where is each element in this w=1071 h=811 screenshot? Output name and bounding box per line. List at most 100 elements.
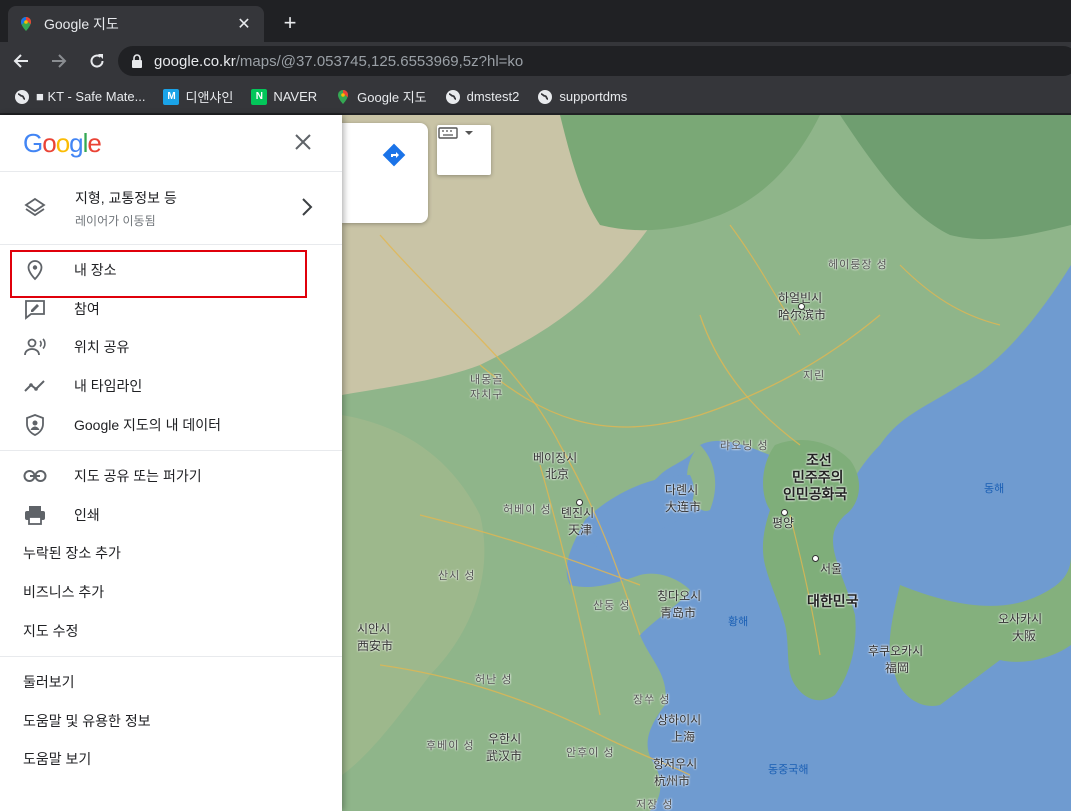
map-label: 헤이룽장 성 [828, 259, 888, 271]
menu-item-location-sharing[interactable]: 위치 공유 [0, 328, 342, 367]
map-label: 동중국해 [768, 764, 809, 776]
map-label: 大连市 [665, 500, 702, 514]
browser-toolbar: google.co.kr/maps/@37.053745,125.6553969… [0, 42, 1071, 80]
map-label: 안후이 성 [566, 747, 615, 759]
map-label: 대한민국 [807, 593, 859, 609]
bookmark-supportdms[interactable]: supportdms [537, 89, 627, 105]
map-label: 내몽골 [470, 374, 504, 386]
menu-item-tips-tricks[interactable]: 도움말 및 유용한 정보 [0, 702, 342, 741]
menu-item-tour[interactable]: 둘러보기 [0, 663, 342, 702]
map-label: 福岡 [885, 661, 910, 675]
globe-icon [445, 89, 460, 104]
map-label: 허난 성 [475, 674, 513, 686]
reload-icon [90, 54, 104, 68]
map-label: 지린 [803, 370, 826, 382]
print-icon [23, 503, 47, 527]
google-logo: Google [23, 127, 102, 158]
bookmark-google-maps[interactable]: Google 지도 [335, 87, 427, 106]
bookmark-dmstest2[interactable]: dmstest2 [445, 89, 519, 105]
map-label: 다롄시 [665, 483, 699, 497]
map-label: 우한시 [488, 732, 522, 746]
bookmark-dnshine[interactable]: M 디앤샤인 [163, 87, 233, 106]
address-bar[interactable]: google.co.kr/maps/@37.053745,125.6553969… [118, 46, 1071, 76]
map-label: 황해 [728, 616, 749, 628]
highlight-box [10, 250, 307, 298]
menu-item-print[interactable]: 인쇄 [0, 496, 342, 535]
menu-item-add-business[interactable]: 비즈니스 추가 [0, 573, 342, 612]
browser-tab[interactable]: Google 지도 ✕ [8, 6, 264, 42]
menu-section-map-actions: 지도 공유 또는 퍼가기 인쇄 누락된 장소 추가 비즈니스 추가 지도 수정 [0, 451, 342, 657]
map-label: 자치구 [470, 389, 504, 401]
layers-icon [24, 197, 46, 217]
map-label: 항저우시 [653, 757, 698, 771]
link-icon [23, 464, 47, 488]
reload-button[interactable] [80, 44, 114, 78]
m-icon: M [163, 88, 180, 105]
menu-section-help: 둘러보기 도움말 및 유용한 정보 도움말 보기 [0, 657, 342, 785]
globe-icon [538, 89, 553, 104]
lock-icon [132, 54, 142, 68]
map-label: 北京 [545, 467, 570, 481]
map-label: 상하이시 [657, 713, 702, 727]
search-box-remnant[interactable] [342, 123, 428, 223]
location-sharing-icon [23, 335, 47, 359]
map-label: 허베이 성 [503, 504, 552, 516]
forward-button[interactable] [42, 44, 76, 78]
map-label: 서울 [820, 562, 843, 576]
bookmark-naver[interactable]: N NAVER [251, 88, 317, 105]
map-label: 장쑤 성 [633, 694, 671, 706]
map-label: 민주주의 [792, 469, 844, 485]
close-menu-button[interactable] [290, 129, 316, 155]
city-marker [798, 303, 805, 310]
map-label: 오사카시 [998, 612, 1043, 626]
side-menu-panel: Google 지형, 교통정보 등 레이어가 이동됨 내 장소 참여 위치 공유… [0, 115, 342, 811]
map-label: 哈尔滨市 [778, 308, 827, 322]
close-icon [295, 134, 311, 150]
directions-icon[interactable] [382, 143, 406, 167]
menu-item-your-data[interactable]: Google 지도의 내 데이터 [0, 405, 342, 444]
map-label: 랴오닝 성 [720, 440, 769, 452]
naver-icon: N [251, 88, 268, 105]
globe-icon [15, 89, 29, 104]
map-label: 인민공화국 [783, 486, 848, 502]
maps-pin-icon [338, 89, 349, 104]
maps-pin-icon [21, 17, 31, 31]
bookmark-kt[interactable]: ■ KT - Safe Mate... [14, 89, 145, 105]
map-label: 武汉市 [486, 749, 523, 763]
input-tools-button[interactable] [437, 125, 491, 175]
new-tab-button[interactable]: + [276, 10, 304, 38]
url-text: google.co.kr/maps/@37.053745,125.6553969… [154, 52, 524, 70]
map-label: 베이징시 [533, 451, 578, 465]
map-label: 시안시 [357, 622, 391, 636]
city-marker [812, 555, 819, 562]
map-label: 大阪 [1012, 629, 1037, 643]
keyboard-icon [438, 127, 473, 139]
layers-title: 지형, 교통정보 등 [75, 189, 177, 206]
map-label: 동해 [984, 483, 1005, 495]
map-label: 산둥 성 [593, 600, 631, 612]
forward-arrow-icon [52, 54, 67, 68]
map-label: 青岛市 [660, 606, 697, 620]
layers-subtitle: 레이어가 이동됨 [75, 213, 156, 228]
menu-item-add-missing-place[interactable]: 누락된 장소 추가 [0, 534, 342, 573]
tab-close-icon[interactable]: ✕ [234, 14, 254, 34]
map-label: 후쿠오카시 [868, 644, 924, 658]
map-label: 평양 [772, 516, 795, 530]
tab-title: Google 지도 [44, 16, 119, 32]
map-label: 조선 [806, 452, 832, 468]
menu-item-get-help[interactable]: 도움말 보기 [0, 740, 342, 779]
map-label: 上海 [671, 730, 696, 744]
chevron-right-icon [302, 198, 313, 216]
map-label: 후베이 성 [426, 740, 475, 752]
back-arrow-icon [13, 54, 28, 68]
shield-icon [23, 413, 47, 437]
map-label: 산시 성 [438, 570, 476, 582]
menu-item-edit-map[interactable]: 지도 수정 [0, 611, 342, 650]
tab-strip: Google 지도 ✕ + [0, 0, 1071, 42]
city-marker [781, 509, 788, 516]
menu-item-timeline[interactable]: 내 타임라인 [0, 367, 342, 406]
menu-item-share-embed[interactable]: 지도 공유 또는 퍼가기 [0, 457, 342, 496]
back-button[interactable] [4, 44, 38, 78]
bookmarks-bar: ■ KT - Safe Mate... M 디앤샤인 N NAVER Googl… [0, 80, 1071, 114]
layers-button[interactable]: 지형, 교통정보 등 레이어가 이동됨 [0, 172, 342, 245]
